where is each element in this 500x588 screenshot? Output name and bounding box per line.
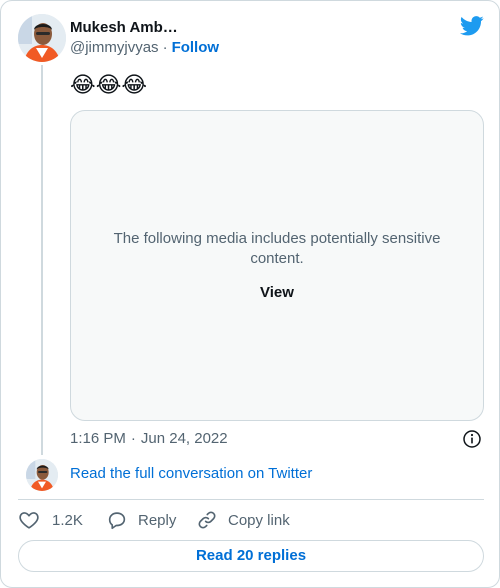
like-action[interactable]: 1.2K (18, 509, 83, 531)
tweet-timestamp[interactable]: 1:16 PM · Jun 24, 2022 (70, 429, 228, 449)
thread-line (41, 65, 43, 455)
divider (18, 499, 484, 500)
copy-link-action[interactable]: Copy link (196, 509, 290, 531)
timestamp-separator: · (130, 430, 136, 447)
sensitive-media-placeholder: The following media includes potentially… (70, 110, 484, 421)
twitter-bird-icon[interactable] (460, 15, 484, 37)
read-full-conversation-link[interactable]: Read the full conversation on Twitter (70, 464, 312, 484)
reply-action[interactable]: Reply (106, 509, 176, 531)
sensitive-media-warning: The following media includes potentially… (113, 230, 441, 267)
tweet-text: 😂😂😂 (70, 73, 148, 98)
conversation-avatar[interactable] (26, 459, 58, 491)
author-name[interactable]: Mukesh Amb… (70, 18, 178, 38)
copy-link-label: Copy link (228, 511, 290, 529)
like-count: 1.2K (52, 511, 83, 529)
author-avatar[interactable] (18, 14, 66, 62)
author-handle-row: @jimmyjvyas · Follow (70, 38, 219, 58)
tweet-embed-card: Mukesh Amb… @jimmyjvyas · Follow 😂😂😂 The f… (0, 0, 500, 588)
heart-icon (19, 512, 39, 529)
separator-dot: · (162, 39, 168, 56)
view-media-button[interactable]: View (71, 284, 483, 301)
info-icon[interactable] (462, 429, 482, 449)
read-replies-button[interactable]: Read 20 replies (18, 540, 484, 572)
tweet-time: 1:16 PM (70, 430, 126, 447)
reply-label: Reply (138, 511, 177, 529)
author-handle[interactable]: @jimmyjvyas (70, 39, 159, 56)
tweet-date: Jun 24, 2022 (140, 430, 228, 447)
reply-bubble-icon (108, 512, 126, 530)
follow-link[interactable]: Follow (172, 39, 220, 56)
link-icon (198, 511, 216, 529)
